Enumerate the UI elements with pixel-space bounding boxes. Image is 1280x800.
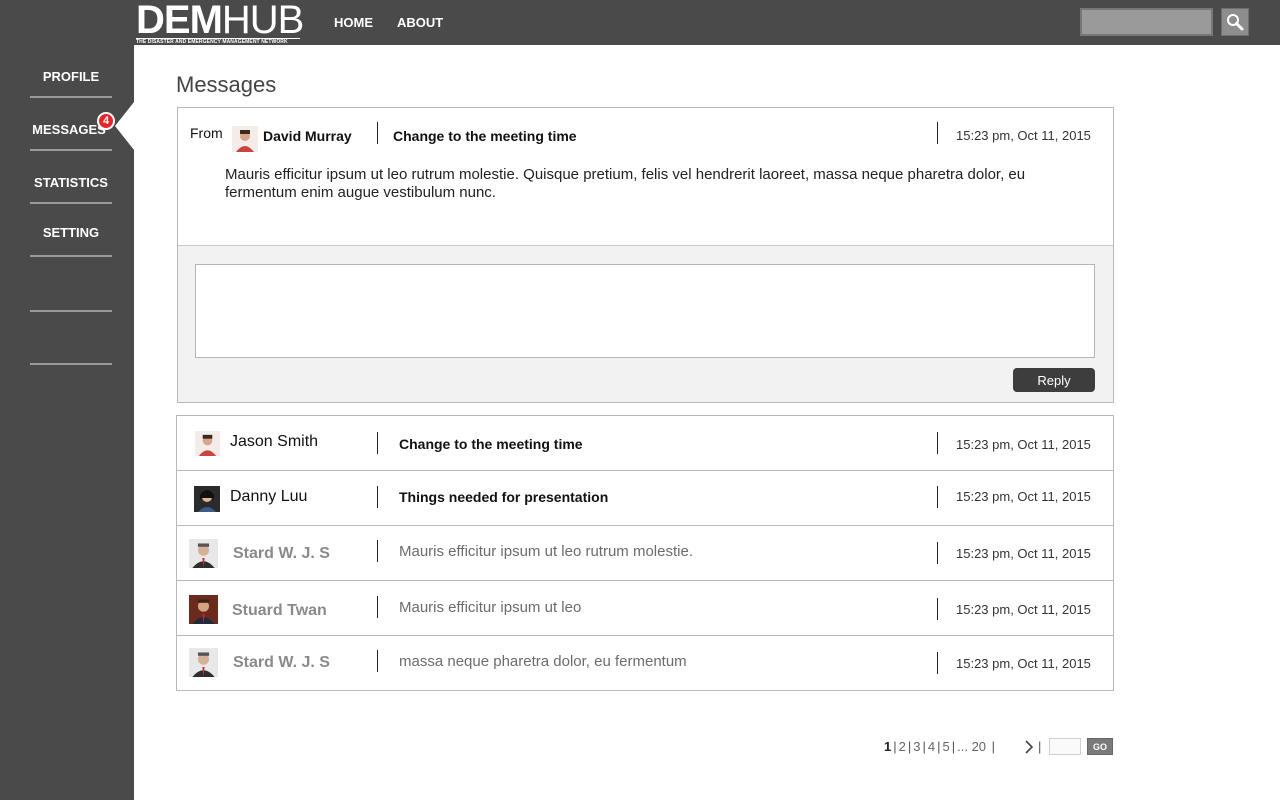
page-link-1[interactable]: 1 [884, 739, 891, 754]
divider [377, 540, 378, 562]
avatar [189, 648, 218, 677]
message-subject: Change to the meeting time [399, 436, 583, 452]
reply-button[interactable]: Reply [1013, 368, 1095, 392]
search-button[interactable] [1221, 8, 1249, 36]
avatar [189, 595, 218, 624]
sidebar-item-profile[interactable]: PROFILE [30, 45, 112, 98]
page-separator: | [922, 739, 926, 754]
open-message-panel: From David Murray Change to the meeting … [177, 107, 1114, 403]
message-row[interactable]: Stuard Twan Mauris efficitur ipsum ut le… [177, 581, 1113, 636]
sender-name: Stuard Twan [232, 602, 327, 619]
sender-name: Stard W. J. S [233, 545, 330, 562]
message-row[interactable]: Stard W. J. S Mauris efficitur ipsum ut … [177, 526, 1113, 581]
sidebar-item-label: PROFILE [42, 69, 100, 84]
next-page-button[interactable] [1023, 739, 1035, 755]
top-bar: DEMHUB THE DISASTER AND EMERGENCY MANAGE… [0, 0, 1280, 45]
nav-about-link[interactable]: ABOUT [397, 15, 443, 30]
pagination: 1 | 2 | 3 | 4 | 5 |... 20 | [884, 739, 997, 755]
divider [937, 486, 938, 508]
message-datetime: 15:23 pm, Oct 11, 2015 [956, 128, 1091, 143]
page-link-4[interactable]: 4 [928, 739, 935, 754]
avatar [189, 539, 218, 568]
message-datetime: 15:23 pm, Oct 11, 2015 [956, 489, 1091, 504]
from-label: From [190, 125, 223, 141]
divider [937, 432, 938, 454]
search-icon [1227, 14, 1244, 31]
logo-light-text: HUB [221, 0, 304, 42]
logo-bold-text: DEM [136, 0, 223, 42]
page-link-2[interactable]: 2 [899, 739, 906, 754]
page-link-5[interactable]: 5 [943, 739, 950, 754]
divider [377, 122, 378, 144]
message-datetime: 15:23 pm, Oct 11, 2015 [956, 656, 1091, 671]
page-link-3[interactable]: 3 [913, 739, 920, 754]
page-separator: | [893, 739, 897, 754]
page-separator: | [951, 739, 956, 754]
sender-name: Jason Smith [230, 433, 319, 450]
avatar [195, 431, 220, 456]
message-row[interactable]: Danny Luu Things needed for presentation… [177, 471, 1113, 526]
messages-count-badge: 4 [97, 112, 115, 130]
sidebar-item-label: STATISTICS [34, 175, 108, 190]
divider [937, 542, 938, 564]
nav-home-link[interactable]: HOME [334, 15, 373, 30]
sidebar-item-statistics[interactable]: STATISTICS [30, 151, 112, 204]
divider [377, 486, 378, 508]
page-separator: | [907, 739, 912, 754]
logo-tagline: THE DISASTER AND EMERGENCY MANAGEMENT NE… [136, 39, 288, 45]
sidebar-empty-slot [30, 312, 112, 365]
message-subject: Mauris efficitur ipsum ut leo rutrum mol… [399, 543, 693, 560]
sidebar: PROFILE MESSAGES STATISTICS SETTING [0, 45, 134, 800]
message-subject: massa neque pharetra dolor, eu fermentum [399, 653, 687, 670]
divider [937, 122, 938, 144]
page-separator: | [1038, 739, 1042, 754]
divider [377, 432, 378, 454]
message-list: Jason Smith Change to the meeting time 1… [176, 415, 1114, 691]
page-separator: | [937, 739, 941, 754]
dem-hub-logo[interactable]: DEMHUB THE DISASTER AND EMERGENCY MANAGE… [136, 0, 304, 45]
sender-name: David Murray [263, 128, 352, 144]
page-number-input[interactable] [1049, 738, 1081, 755]
avatar [194, 486, 220, 512]
message-row[interactable]: Stard W. J. S massa neque pharetra dolor… [177, 636, 1113, 691]
divider [377, 650, 378, 672]
message-subject: Change to the meeting time [393, 128, 577, 144]
message-row[interactable]: Jason Smith Change to the meeting time 1… [177, 416, 1113, 471]
message-subject: Things needed for presentation [399, 489, 609, 505]
message-datetime: 15:23 pm, Oct 11, 2015 [956, 437, 1091, 452]
page-link-last[interactable]: ... 20 [957, 739, 986, 754]
avatar [232, 126, 258, 152]
sidebar-empty-slot [30, 257, 112, 312]
sender-name: Danny Luu [230, 488, 308, 505]
message-datetime: 15:23 pm, Oct 11, 2015 [956, 546, 1091, 561]
chevron-right-icon [1025, 740, 1034, 754]
divider [937, 598, 938, 620]
divider [377, 596, 378, 618]
go-button[interactable]: GO [1087, 738, 1113, 755]
divider [937, 652, 938, 674]
search-input[interactable] [1080, 8, 1213, 36]
page-separator: | [988, 739, 996, 754]
active-item-indicator [115, 102, 134, 150]
page-title: Messages [176, 72, 277, 97]
reply-textarea[interactable] [195, 264, 1095, 358]
message-subject: Mauris efficitur ipsum ut leo [399, 599, 582, 616]
sidebar-item-setting[interactable]: SETTING [30, 204, 112, 257]
reply-area: Reply [178, 245, 1113, 402]
sidebar-item-label: SETTING [42, 225, 100, 240]
message-datetime: 15:23 pm, Oct 11, 2015 [956, 602, 1091, 617]
sender-name: Stard W. J. S [233, 654, 330, 671]
message-body: Mauris efficitur ipsum ut leo rutrum mol… [225, 166, 1026, 201]
